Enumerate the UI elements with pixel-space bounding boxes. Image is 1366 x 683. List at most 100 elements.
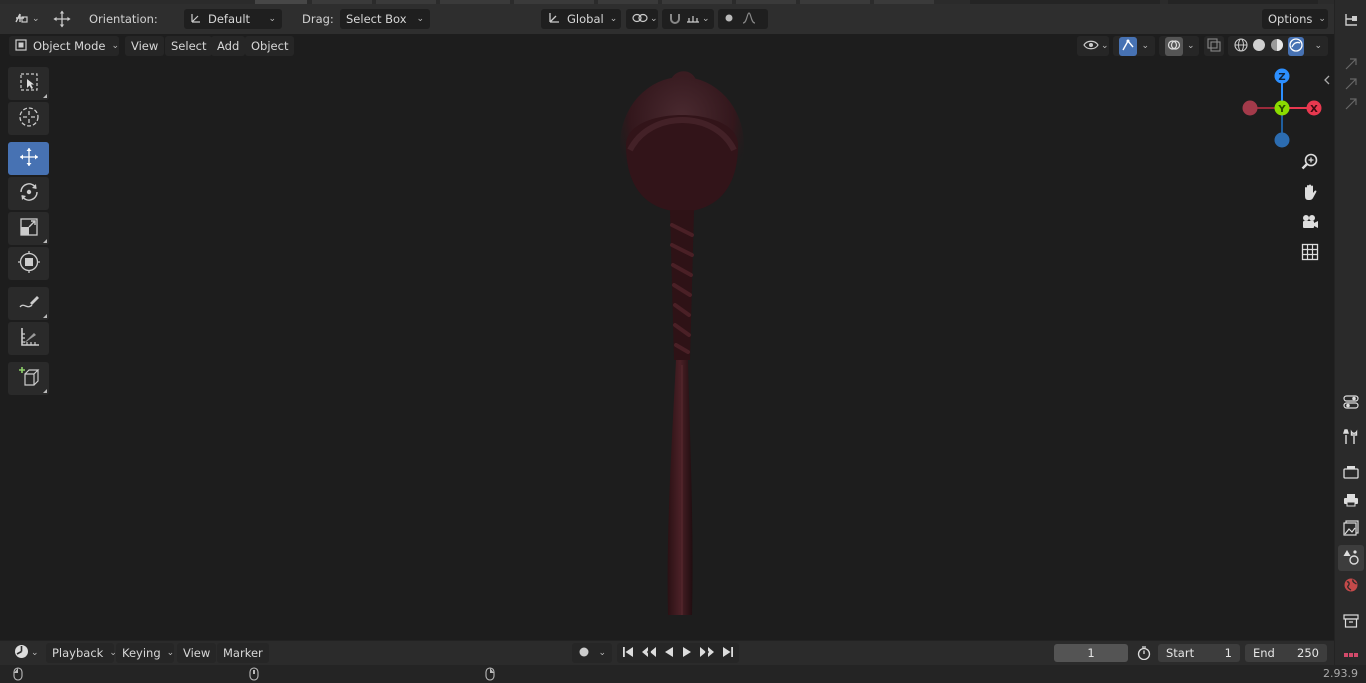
shading-mode-group[interactable]: ⌄ [1228, 36, 1328, 56]
menu-marker[interactable]: Marker [217, 643, 269, 663]
material-preview-icon[interactable] [1270, 38, 1284, 55]
add-cube-icon [17, 365, 41, 392]
sidebar-expand-chevron-icon[interactable] [1320, 70, 1334, 90]
properties-options-button[interactable] [1338, 390, 1364, 416]
world-globe-icon [1343, 577, 1359, 596]
annotate-tool[interactable] [8, 287, 49, 320]
restrict-arrow-icon [1344, 97, 1358, 114]
current-frame-field[interactable]: 1 [1054, 644, 1128, 662]
snap-increment-icon [686, 12, 700, 27]
x-axis-label: X [1310, 104, 1318, 115]
menu-keying-label: Keying [122, 646, 161, 660]
menu-add[interactable]: Add [211, 36, 246, 56]
object-mode-dropdown[interactable]: Object Mode ⌄ [9, 36, 119, 56]
editor-type-button[interactable]: ⌄ [8, 9, 42, 29]
cursor-tool[interactable] [8, 102, 49, 135]
pivot-point-dropdown[interactable]: ⌄ [626, 9, 658, 29]
wireframe-shading-icon[interactable] [1234, 37, 1248, 55]
auto-keying-toggle[interactable]: ⌄ [572, 643, 612, 663]
options-dropdown[interactable]: Options ⌄ [1262, 9, 1328, 29]
view-layer-properties-tab[interactable] [1338, 516, 1364, 542]
falloff-curve-icon [742, 11, 756, 27]
pan-view-button[interactable] [1298, 181, 1322, 205]
start-value: 1 [1224, 646, 1232, 660]
render-properties-tab[interactable] [1338, 460, 1364, 486]
rendered-shading-icon[interactable] [1288, 36, 1304, 56]
measure-ruler-icon [18, 326, 40, 351]
navigation-gizmo[interactable]: Z X Y [1236, 66, 1326, 156]
preview-range-stopwatch-icon[interactable] [1134, 643, 1154, 663]
move-tool[interactable] [8, 142, 49, 175]
orientation-dropdown[interactable]: Default ⌄ [184, 9, 282, 29]
proportional-dot-icon [724, 12, 734, 26]
xray-icon [1207, 37, 1221, 55]
hair-model[interactable] [600, 60, 770, 630]
menu-playback[interactable]: Playback ⌄ [46, 643, 117, 663]
menu-object[interactable]: Object [245, 36, 295, 56]
neg-x-axis-handle[interactable] [1242, 100, 1258, 116]
tool-properties-tab[interactable] [1338, 425, 1364, 451]
orientation-label: Orientation: [89, 12, 158, 26]
rotate-tool[interactable] [8, 177, 49, 210]
global-axes-icon [547, 11, 561, 28]
pin-restrict-button[interactable] [1338, 92, 1364, 118]
outliner-filter-button[interactable] [1338, 8, 1364, 34]
collection-properties-tab[interactable] [1338, 609, 1364, 635]
scale-tool[interactable] [8, 212, 49, 245]
z-axis-label: Z [1278, 72, 1285, 83]
jump-to-end-icon[interactable] [721, 645, 735, 662]
timeline-editor-type-button[interactable]: ⌄ [8, 643, 42, 663]
snap-magnet-icon [668, 11, 682, 28]
camera-view-button[interactable] [1298, 211, 1322, 235]
scene-properties-tab[interactable] [1338, 545, 1364, 571]
menu-view[interactable]: View [125, 36, 165, 56]
rotate-icon [17, 180, 41, 207]
output-properties-tab[interactable] [1338, 488, 1364, 514]
cursor-crosshair-icon [17, 105, 41, 132]
orientation-axes-icon [190, 12, 202, 27]
overlays-toggle-group[interactable]: ⌄ [1159, 36, 1199, 56]
restrict-arrow-icon [1344, 77, 1358, 94]
proportional-editing-group[interactable] [718, 9, 768, 29]
transform-icon [17, 250, 41, 277]
render-camera-back-icon [1343, 465, 1359, 482]
camera-icon [1301, 213, 1319, 234]
select-box-tool[interactable] [8, 67, 49, 100]
add-cube-tool[interactable] [8, 362, 49, 395]
neg-z-axis-handle[interactable] [1274, 132, 1290, 148]
jump-keyframe-back-icon[interactable] [641, 645, 657, 662]
menu-keying[interactable]: Keying ⌄ [116, 643, 174, 663]
end-frame-field[interactable]: End 250 [1245, 644, 1327, 662]
clock-editor-icon [14, 644, 29, 662]
play-icon[interactable] [681, 645, 693, 662]
menu-select[interactable]: Select [165, 36, 213, 56]
ortho-view-button[interactable] [1298, 241, 1322, 265]
restrict-arrow-icon [1344, 57, 1358, 74]
xray-toggle[interactable] [1204, 36, 1224, 56]
drag-dropdown[interactable]: Select Box ⌄ [340, 9, 430, 29]
world-properties-tab[interactable] [1338, 573, 1364, 599]
transform-orientation-dropdown[interactable]: Global ⌄ [541, 9, 621, 29]
solid-shading-icon[interactable] [1252, 38, 1266, 55]
grid-icon [1301, 243, 1319, 264]
jump-keyframe-forward-icon[interactable] [699, 645, 715, 662]
status-bar: 2.93.9 [0, 665, 1366, 683]
visibility-dropdown[interactable]: ⌄ [1077, 36, 1109, 56]
gizmo-toggle-group[interactable]: ⌄ [1113, 36, 1155, 56]
start-frame-field[interactable]: Start 1 [1158, 644, 1240, 662]
transform-tool[interactable] [8, 247, 49, 280]
jump-to-start-icon[interactable] [621, 645, 635, 662]
hand-icon [1301, 183, 1319, 204]
scale-icon [18, 216, 40, 241]
move-tool-icon[interactable] [52, 9, 72, 29]
viewport-header: Object Mode ⌄ View Select Add Object ⌄ ⌄… [0, 34, 1334, 58]
snapping-dropdown[interactable]: ⌄ [662, 9, 714, 29]
move-arrows-icon [17, 145, 41, 172]
zoom-view-button[interactable] [1298, 151, 1322, 175]
play-reverse-icon[interactable] [663, 645, 675, 662]
texture-properties-tab[interactable] [1338, 647, 1364, 663]
checker-texture-icon [1344, 648, 1358, 662]
measure-tool[interactable] [8, 322, 49, 355]
menu-timeline-view[interactable]: View [177, 643, 217, 663]
overlays-icon [1165, 36, 1183, 56]
